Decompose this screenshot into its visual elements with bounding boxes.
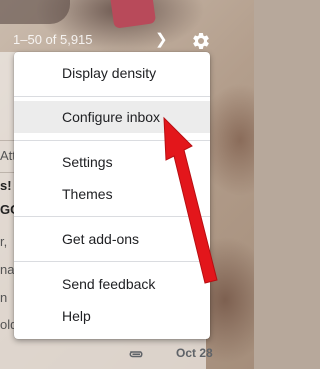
- menu-separator: [14, 140, 210, 141]
- list-item-fragment: r,: [0, 234, 8, 249]
- menu-item-themes[interactable]: Themes: [14, 178, 210, 210]
- paperclip-icon: [129, 351, 143, 358]
- gear-icon[interactable]: [191, 31, 211, 51]
- email-date: Oct 28: [176, 346, 213, 360]
- wallpaper-shape-pink: [109, 0, 157, 29]
- menu-item-settings[interactable]: Settings: [14, 146, 210, 178]
- pagination-text: 1–50 of 5,915: [13, 32, 93, 47]
- chevron-right-icon[interactable]: ❯: [155, 30, 168, 48]
- list-item-fragment: s!: [0, 178, 12, 193]
- menu-item-configure-inbox[interactable]: Configure inbox: [14, 101, 210, 133]
- wallpaper-shape: [0, 0, 70, 24]
- list-item-fragment: n: [0, 290, 8, 305]
- menu-item-help[interactable]: Help: [14, 300, 210, 332]
- settings-dropdown-menu: Display density Configure inbox Settings…: [14, 52, 210, 339]
- menu-separator: [14, 96, 210, 97]
- menu-item-get-add-ons[interactable]: Get add-ons: [14, 223, 210, 255]
- menu-item-display-density[interactable]: Display density: [14, 57, 210, 89]
- menu-item-send-feedback[interactable]: Send feedback: [14, 268, 210, 300]
- menu-separator: [14, 261, 210, 262]
- menu-separator: [14, 216, 210, 217]
